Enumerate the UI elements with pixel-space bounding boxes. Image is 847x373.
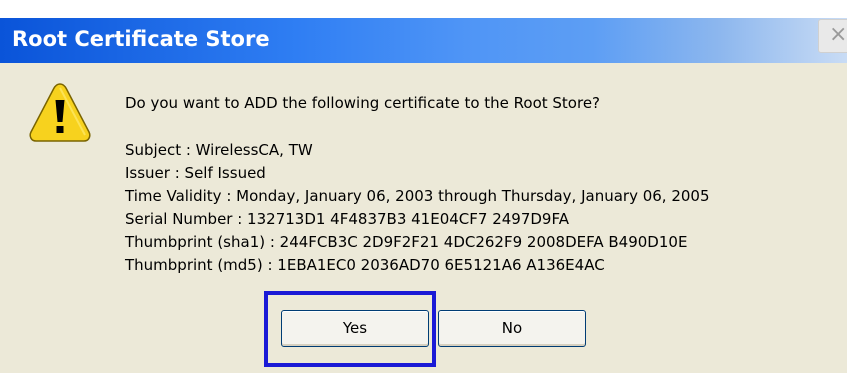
top-strip: [0, 0, 847, 18]
thumbprint-sha1-line: Thumbprint (sha1) : 244FCB3C 2D9F2F21 4D…: [125, 233, 688, 251]
root-certificate-dialog: Root Certificate Store × Do you want to …: [0, 0, 847, 373]
no-button[interactable]: No: [438, 310, 586, 347]
serial-number-line: Serial Number : 132713D1 4F4837B3 41E04C…: [125, 210, 569, 228]
validity-line: Time Validity : Monday, January 06, 2003…: [125, 187, 710, 205]
thumbprint-md5-line: Thumbprint (md5) : 1EBA1EC0 2036AD70 6E5…: [125, 256, 605, 274]
confirmation-question: Do you want to ADD the following certifi…: [125, 94, 601, 112]
issuer-line: Issuer : Self Issued: [125, 164, 266, 182]
window-title: Root Certificate Store: [12, 27, 270, 51]
title-bar[interactable]: Root Certificate Store: [0, 18, 847, 63]
subject-line: Subject : WirelessCA, TW: [125, 141, 313, 159]
yes-button-highlight: [264, 291, 436, 367]
close-icon: ×: [829, 22, 847, 47]
warning-icon: [29, 83, 91, 142]
close-button[interactable]: ×: [818, 19, 847, 53]
